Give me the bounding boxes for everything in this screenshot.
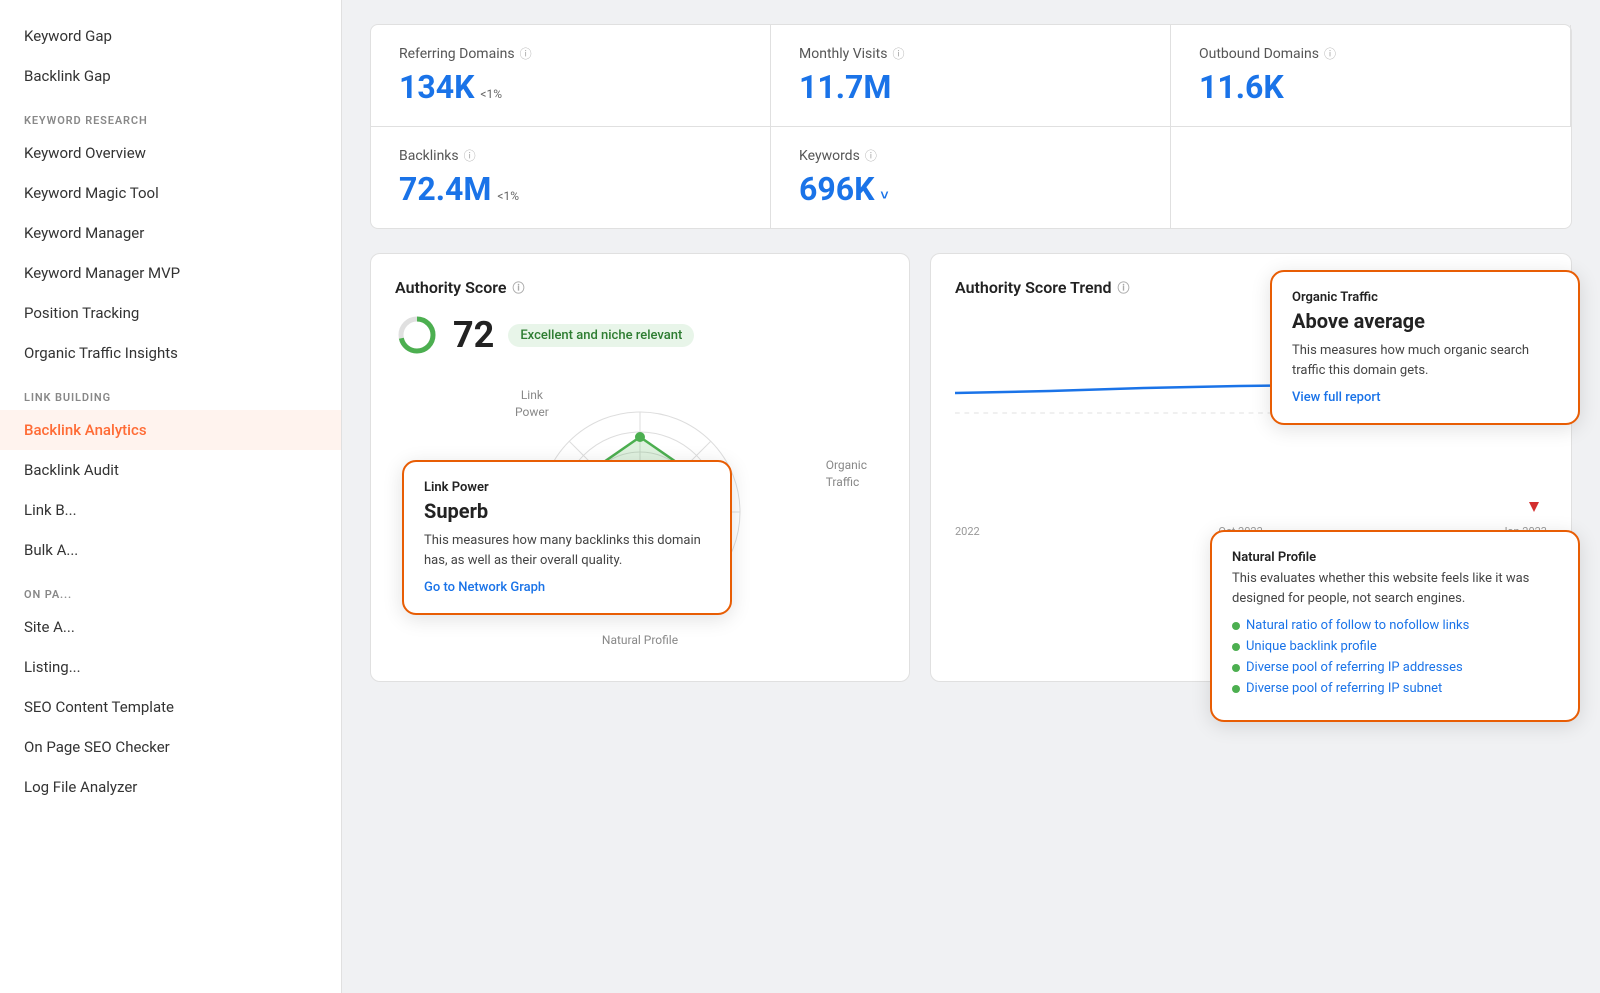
authority-score-info-icon[interactable]: ⓘ xyxy=(512,279,524,296)
stat-referring-domains: Referring Domains ⓘ 134K <1% xyxy=(371,25,771,126)
monthly-visits-info-icon[interactable]: ⓘ xyxy=(892,45,904,62)
outbound-domains-info-icon[interactable]: ⓘ xyxy=(1324,45,1336,62)
x-axis-2022: 2022 xyxy=(955,525,980,538)
natural-dot-2 xyxy=(1232,664,1240,672)
referring-domains-info-icon[interactable]: ⓘ xyxy=(520,45,532,62)
radar-label-natural-profile: Natural Profile xyxy=(602,633,678,647)
tooltip-link-power-title: Link Power xyxy=(424,480,710,495)
sidebar-item-backlink-gap[interactable]: Backlink Gap xyxy=(0,56,341,96)
sidebar-item-listing[interactable]: Listing... xyxy=(0,647,341,687)
referring-domains-badge: <1% xyxy=(480,87,502,101)
sidebar-item-seo-content-template[interactable]: SEO Content Template xyxy=(0,687,341,727)
sidebar: Keyword Gap Backlink Gap KEYWORD RESEARC… xyxy=(0,0,342,993)
trend-info-icon[interactable]: ⓘ xyxy=(1118,279,1130,296)
backlinks-info-icon[interactable]: ⓘ xyxy=(464,147,476,164)
stat-monthly-visits: Monthly Visits ⓘ 11.7M xyxy=(771,25,1171,126)
sidebar-item-keyword-gap[interactable]: Keyword Gap xyxy=(0,16,341,56)
sidebar-item-keyword-magic-tool[interactable]: Keyword Magic Tool xyxy=(0,173,341,213)
tooltip-natural-profile-desc: This evaluates whether this website feel… xyxy=(1232,569,1558,608)
natural-dot-1 xyxy=(1232,643,1240,651)
view-full-report-link[interactable]: View full report xyxy=(1292,390,1558,405)
backlinks-label: Backlinks xyxy=(399,148,459,164)
stat-keywords: Keywords ⓘ 696K ˅ xyxy=(771,126,1171,228)
tooltip-link-power: Link Power Superb This measures how many… xyxy=(402,460,732,615)
chart-red-marker xyxy=(1529,502,1539,512)
stat-outbound-domains: Outbound Domains ⓘ 11.6K xyxy=(1171,25,1571,126)
sidebar-item-backlink-audit[interactable]: Backlink Audit xyxy=(0,450,341,490)
natural-dot-3 xyxy=(1232,685,1240,693)
natural-item-2[interactable]: Diverse pool of referring IP addresses xyxy=(1232,660,1558,675)
keywords-label: Keywords xyxy=(799,148,860,164)
stat-backlinks: Backlinks ⓘ 72.4M <1% xyxy=(371,126,771,228)
sidebar-item-keyword-manager[interactable]: Keyword Manager xyxy=(0,213,341,253)
sidebar-item-keyword-overview[interactable]: Keyword Overview xyxy=(0,133,341,173)
go-to-network-graph-link[interactable]: Go to Network Graph xyxy=(424,580,710,595)
authority-score-badge: Excellent and niche relevant xyxy=(508,324,694,347)
sidebar-item-site-a[interactable]: Site A... xyxy=(0,607,341,647)
sidebar-item-position-tracking[interactable]: Position Tracking xyxy=(0,293,341,333)
monthly-visits-label: Monthly Visits xyxy=(799,46,887,62)
sidebar-item-organic-traffic-insights[interactable]: Organic Traffic Insights xyxy=(0,333,341,373)
sidebar-section-keyword-research: KEYWORD RESEARCH xyxy=(0,96,341,133)
tooltip-organic-traffic-heading: Above average xyxy=(1292,309,1558,333)
monthly-visits-value: 11.7M xyxy=(799,68,891,106)
referring-domains-value: 134K xyxy=(399,68,474,106)
tooltip-organic-traffic-desc: This measures how much organic search tr… xyxy=(1292,341,1558,380)
sidebar-section-link-building: LINK BUILDING xyxy=(0,373,341,410)
natural-item-0[interactable]: Natural ratio of follow to nofollow link… xyxy=(1232,618,1558,633)
tooltip-natural-profile-title: Natural Profile xyxy=(1232,550,1558,565)
stat-empty xyxy=(1171,126,1571,228)
score-donut-icon xyxy=(395,313,439,357)
tooltip-organic-traffic-title: Organic Traffic xyxy=(1292,290,1558,305)
outbound-domains-value: 11.6K xyxy=(1199,68,1284,106)
keywords-chevron-icon[interactable]: ˅ xyxy=(880,187,888,204)
tooltip-link-power-heading: Superb xyxy=(424,499,710,523)
outbound-domains-label: Outbound Domains xyxy=(1199,46,1319,62)
radar-label-organic-traffic: OrganicTraffic xyxy=(826,457,867,491)
trend-card-title: Authority Score Trend xyxy=(955,278,1112,297)
backlinks-badge: <1% xyxy=(497,189,519,203)
tooltip-organic-traffic: Organic Traffic Above average This measu… xyxy=(1270,270,1580,425)
referring-domains-label: Referring Domains xyxy=(399,46,515,62)
sidebar-item-bulk-a[interactable]: Bulk A... xyxy=(0,530,341,570)
natural-dot-0 xyxy=(1232,622,1240,630)
natural-item-1[interactable]: Unique backlink profile xyxy=(1232,639,1558,654)
sidebar-item-backlink-analytics[interactable]: Backlink Analytics xyxy=(0,410,341,450)
sidebar-item-link-b[interactable]: Link B... xyxy=(0,490,341,530)
sidebar-item-keyword-manager-mvp[interactable]: Keyword Manager MVP xyxy=(0,253,341,293)
sidebar-item-log-file-analyzer[interactable]: Log File Analyzer xyxy=(0,767,341,807)
tooltip-link-power-desc: This measures how many backlinks this do… xyxy=(424,531,710,570)
authority-score-title: Authority Score xyxy=(395,278,506,297)
keywords-info-icon[interactable]: ⓘ xyxy=(865,147,877,164)
backlinks-value: 72.4M xyxy=(399,170,491,208)
stats-row: Referring Domains ⓘ 134K <1% Monthly Vis… xyxy=(370,24,1572,229)
tooltip-natural-profile: Natural Profile This evaluates whether t… xyxy=(1210,530,1580,722)
sidebar-section-on-page: ON PA... xyxy=(0,570,341,607)
radar-label-link-power: LinkPower xyxy=(515,387,549,421)
keywords-value: 696K xyxy=(799,170,874,208)
authority-score-number: 72 xyxy=(453,314,494,356)
sidebar-item-on-page-seo-checker[interactable]: On Page SEO Checker xyxy=(0,727,341,767)
natural-item-3[interactable]: Diverse pool of referring IP subnet xyxy=(1232,681,1558,696)
main-content: Referring Domains ⓘ 134K <1% Monthly Vis… xyxy=(342,0,1600,993)
natural-profile-items: Natural ratio of follow to nofollow link… xyxy=(1232,618,1558,696)
